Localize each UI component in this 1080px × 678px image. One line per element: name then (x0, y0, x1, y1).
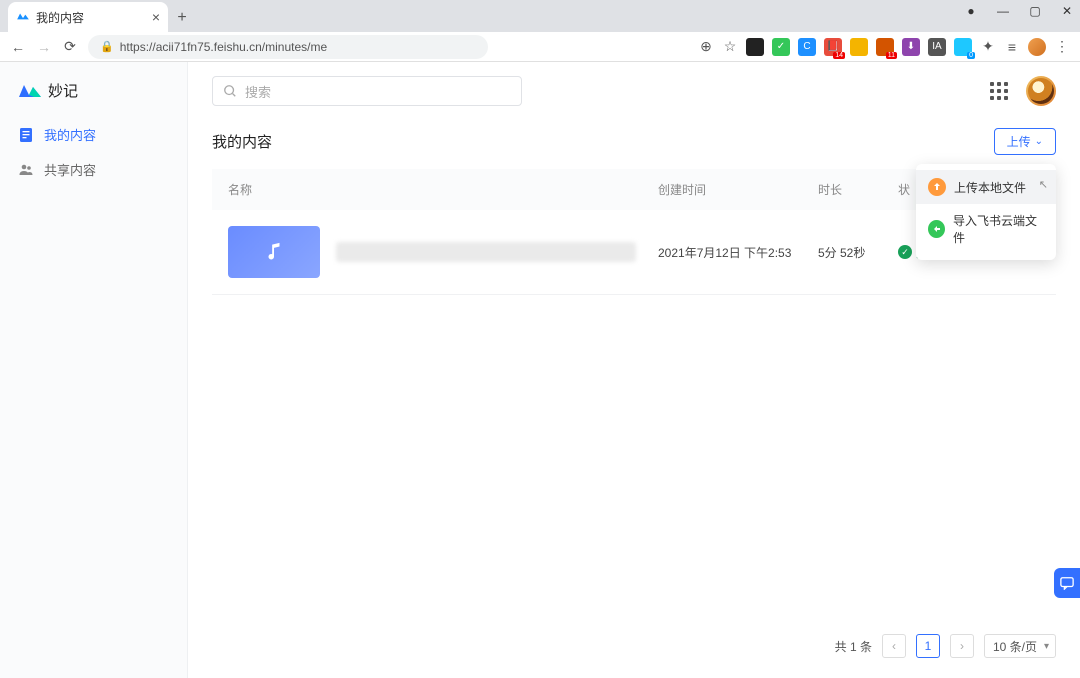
ext-icon-4[interactable]: 📕14 (824, 38, 842, 56)
chat-help-icon (1060, 576, 1074, 590)
ext-icon-3[interactable]: C (798, 38, 816, 56)
nav-back-icon[interactable]: ← (10, 39, 26, 55)
browser-chrome: ● — ▢ ✕ 我的内容 × + ← → ⟳ 🔒 https://acii71f… (0, 0, 1080, 62)
reading-list-icon[interactable]: ≡ (1004, 39, 1020, 55)
ext-icon-8[interactable]: IA (928, 38, 946, 56)
dropdown-item-upload-local[interactable]: 上传本地文件 ↖ (916, 170, 1056, 204)
nav-reload-icon[interactable]: ⟳ (62, 38, 78, 55)
row-created: 2021年7月12日 下午2:53 (658, 244, 818, 261)
dropdown-item-label: 导入飞书云端文件 (953, 212, 1044, 246)
nav-forward-icon: → (36, 39, 52, 55)
extension-tray: ⊕ ☆ ✓ C 📕14 11 ⬇ IA 0 ✦ ≡ ⋮ (698, 38, 1070, 56)
upload-dropdown: 上传本地文件 ↖ 导入飞书云端文件 (916, 164, 1056, 260)
check-circle-icon: ✓ (898, 245, 912, 259)
upload-file-icon (928, 178, 946, 196)
row-name-cell (336, 242, 658, 262)
ext-icon-6[interactable]: 11 (876, 38, 894, 56)
extensions-puzzle-icon[interactable]: ✦ (980, 38, 996, 55)
lock-icon: 🔒 (100, 40, 114, 53)
row-name-redacted (336, 242, 636, 262)
ext-icon-5[interactable] (850, 38, 868, 56)
window-minimize-icon[interactable]: — (996, 4, 1010, 18)
new-tab-button[interactable]: + (168, 4, 196, 32)
pagination: 共 1 条 ‹ 1 › 10 条/页 (835, 634, 1056, 658)
cursor-icon: ↖ (1039, 178, 1048, 191)
sidebar-item-my-content[interactable]: 我的内容 (0, 117, 187, 152)
pager-page-1[interactable]: 1 (916, 634, 940, 658)
col-header-duration: 时长 (818, 181, 898, 198)
row-thumbnail (228, 226, 320, 278)
zoom-icon[interactable]: ⊕ (698, 38, 714, 55)
apps-grid-icon[interactable] (990, 82, 1008, 100)
ext-icon-9[interactable]: 0 (954, 38, 972, 56)
people-icon (18, 162, 34, 178)
pager-total: 共 1 条 (835, 638, 872, 655)
upload-button-label: 上传 (1007, 133, 1031, 150)
row-duration: 5分 52秒 (818, 244, 898, 261)
url-text: https://acii71fn75.feishu.cn/minutes/me (120, 40, 327, 54)
dropdown-item-label: 上传本地文件 (954, 179, 1026, 196)
tab-favicon-icon (16, 10, 30, 24)
page-title: 我的内容 (212, 131, 272, 152)
profile-avatar-icon[interactable] (1028, 38, 1046, 56)
browser-tab[interactable]: 我的内容 × (8, 2, 168, 32)
bookmark-star-icon[interactable]: ☆ (722, 38, 738, 55)
search-icon (223, 84, 237, 98)
chevron-down-icon: ⌄ (1035, 136, 1043, 147)
sidebar-item-label: 我的内容 (44, 125, 96, 144)
tab-title: 我的内容 (36, 9, 84, 26)
upload-button[interactable]: 上传 ⌄ (994, 128, 1056, 155)
user-avatar[interactable] (1026, 76, 1056, 106)
col-header-name: 名称 (228, 181, 658, 198)
ext-icon-7[interactable]: ⬇ (902, 38, 920, 56)
window-close-icon[interactable]: ✕ (1060, 4, 1074, 18)
search-input[interactable]: 搜索 (212, 76, 522, 106)
browser-menu-icon[interactable]: ⋮ (1054, 38, 1070, 55)
search-placeholder: 搜索 (245, 82, 271, 101)
col-header-created: 创建时间 (658, 181, 818, 198)
logo-text: 妙记 (48, 80, 78, 101)
pager-per-page-select[interactable]: 10 条/页 (984, 634, 1056, 658)
pager-next-button[interactable]: › (950, 634, 974, 658)
app-logo[interactable]: 妙记 (0, 80, 187, 117)
help-fab-button[interactable] (1054, 568, 1080, 598)
ext-icon-1[interactable] (746, 38, 764, 56)
pager-per-page-label: 10 条/页 (993, 638, 1037, 655)
sidebar-item-shared-content[interactable]: 共享内容 (0, 152, 187, 187)
sidebar-item-label: 共享内容 (44, 160, 96, 179)
sidebar: 妙记 我的内容 共享内容 (0, 62, 188, 678)
logo-mark-icon (18, 81, 42, 101)
ext-icon-2[interactable]: ✓ (772, 38, 790, 56)
window-extra-icon[interactable]: ● (964, 4, 978, 18)
tab-close-icon[interactable]: × (152, 9, 160, 25)
pager-prev-button[interactable]: ‹ (882, 634, 906, 658)
document-icon (18, 127, 34, 143)
cloud-import-icon (928, 220, 945, 238)
dropdown-item-import-cloud[interactable]: 导入飞书云端文件 (916, 204, 1056, 254)
music-note-icon (263, 241, 285, 263)
window-maximize-icon[interactable]: ▢ (1028, 4, 1042, 18)
address-bar[interactable]: 🔒 https://acii71fn75.feishu.cn/minutes/m… (88, 35, 488, 59)
